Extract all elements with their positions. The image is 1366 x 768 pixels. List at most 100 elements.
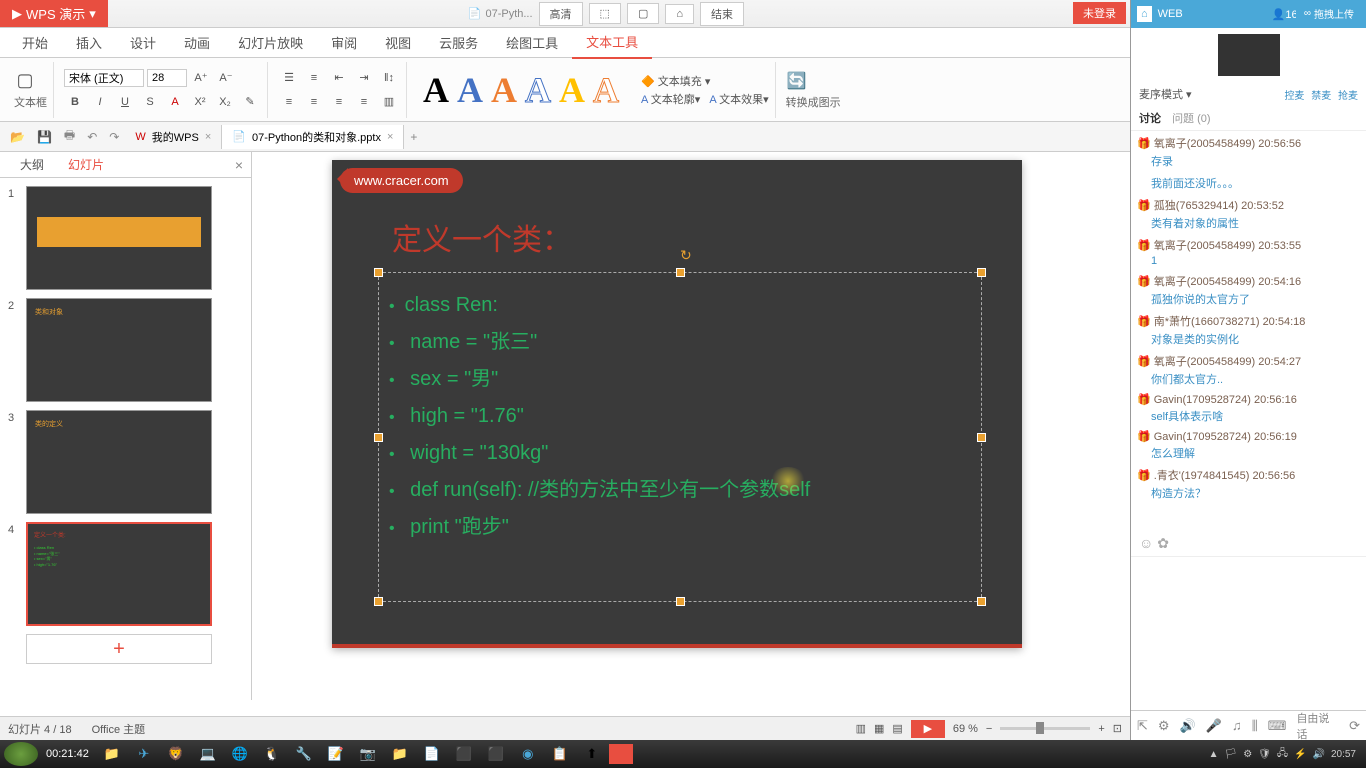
underline-button[interactable]: U: [114, 91, 136, 113]
task-app[interactable]: 🦁: [161, 743, 191, 765]
save-icon[interactable]: 💾: [31, 126, 58, 148]
zoom-slider[interactable]: [1000, 727, 1090, 730]
qiangmai-button[interactable]: 抢麦: [1338, 91, 1358, 102]
jinmai-button[interactable]: 禁麦: [1311, 91, 1331, 102]
view-normal-icon[interactable]: ▥: [856, 722, 866, 735]
align-justify-button[interactable]: ≡: [353, 91, 375, 113]
slide-canvas[interactable]: www.cracer.com 定义一个类： ↻ •class Ren: • na…: [332, 160, 1022, 648]
question-tab[interactable]: 问题 (0): [1172, 113, 1211, 125]
tab-mywps[interactable]: W我的WPS×: [125, 125, 222, 149]
home-button[interactable]: ⌂: [665, 4, 694, 24]
numbering-button[interactable]: ≡: [303, 67, 325, 89]
app-menu-button[interactable]: ▶WPS 演示▾: [0, 0, 108, 27]
align-center-button[interactable]: ≡: [303, 91, 325, 113]
task-app[interactable]: ⬆: [577, 743, 607, 765]
textbox-selected[interactable]: ↻ •class Ren: • name = "张三" • sex = "男" …: [378, 272, 982, 602]
login-button[interactable]: 未登录: [1073, 2, 1126, 24]
convert-icon[interactable]: 🔄: [786, 70, 808, 92]
speaker-icon[interactable]: 🔊: [1180, 718, 1196, 734]
expand-icon[interactable]: ⇱: [1137, 718, 1148, 734]
resize-handle[interactable]: [374, 433, 383, 442]
thumb-1[interactable]: [26, 186, 212, 290]
fit-icon[interactable]: ⊡: [1113, 722, 1122, 735]
music-icon[interactable]: ♫: [1232, 718, 1242, 733]
text-styles-gallery[interactable]: A A A A A A: [411, 69, 631, 111]
menu-start[interactable]: 开始: [8, 27, 62, 58]
task-app[interactable]: 📁: [97, 743, 127, 765]
thumb-4[interactable]: 定义一个类:• class Ren• name="张三"• sex="男"• h…: [26, 522, 212, 626]
close-tab-icon[interactable]: ×: [387, 131, 393, 143]
task-app[interactable]: 🐧: [257, 743, 287, 765]
resize-handle[interactable]: [676, 268, 685, 277]
system-tray[interactable]: ▲🏳⚙🛡🖧⚡🔊 20:57: [1209, 746, 1362, 763]
menu-cloud[interactable]: 云服务: [425, 27, 492, 58]
crop-button[interactable]: ⬚: [589, 3, 621, 24]
refresh-icon[interactable]: ⟳: [1349, 718, 1360, 734]
task-app[interactable]: ⬛: [449, 743, 479, 765]
menu-drawtools[interactable]: 绘图工具: [492, 27, 572, 58]
resize-handle[interactable]: [676, 597, 685, 606]
text-outline-button[interactable]: A 文本轮廓▾: [641, 91, 700, 107]
thumb-2[interactable]: 类和对象: [26, 298, 212, 402]
task-app[interactable]: 📷: [353, 743, 383, 765]
style-5[interactable]: A: [559, 69, 585, 111]
menu-animation[interactable]: 动画: [170, 27, 224, 58]
discuss-tab[interactable]: 讨论: [1139, 113, 1161, 125]
task-app[interactable]: [609, 744, 633, 764]
emoji-icon[interactable]: ☺: [1139, 535, 1153, 551]
window-button[interactable]: ▢: [627, 3, 659, 24]
task-app[interactable]: 💻: [193, 743, 223, 765]
align-right-button[interactable]: ≡: [328, 91, 350, 113]
menu-design[interactable]: 设计: [116, 27, 170, 58]
rotate-handle-icon[interactable]: ↻: [680, 247, 692, 264]
decrease-font-icon[interactable]: A⁻: [215, 67, 237, 89]
style-1[interactable]: A: [423, 69, 449, 111]
strike-button[interactable]: S: [139, 91, 161, 113]
add-slide-button[interactable]: +: [26, 634, 212, 664]
task-app[interactable]: ◉: [513, 743, 543, 765]
gear-icon[interactable]: ⚙: [1158, 718, 1170, 734]
style-2[interactable]: A: [457, 69, 483, 111]
menu-review[interactable]: 审阅: [317, 27, 371, 58]
task-app[interactable]: 📁: [385, 743, 415, 765]
view-reading-icon[interactable]: ▤: [892, 722, 902, 735]
task-app[interactable]: ⬛: [481, 743, 511, 765]
task-app[interactable]: 📋: [545, 743, 575, 765]
close-tab-icon[interactable]: ×: [205, 131, 211, 143]
menu-insert[interactable]: 插入: [62, 27, 116, 58]
zoom-in-icon[interactable]: +: [1098, 723, 1104, 735]
resize-handle[interactable]: [977, 268, 986, 277]
text-fill-button[interactable]: 🔶 文本填充 ▾: [641, 73, 769, 89]
end-button[interactable]: 结束: [700, 2, 744, 26]
chat-message-list[interactable]: 🎁氧离子(2005458499) 20:56:56存录我前面还没听。。。🎁孤独(…: [1131, 131, 1366, 531]
style-3[interactable]: A: [491, 69, 517, 111]
line-spacing-button[interactable]: ‖↕: [378, 67, 400, 89]
resize-handle[interactable]: [374, 268, 383, 277]
textbox-icon[interactable]: ▢: [14, 70, 36, 92]
task-app[interactable]: 📝: [321, 743, 351, 765]
resize-handle[interactable]: [374, 597, 383, 606]
indent-dec-button[interactable]: ⇤: [328, 67, 350, 89]
menu-view[interactable]: 视图: [371, 27, 425, 58]
zoom-out-icon[interactable]: −: [986, 723, 992, 735]
upload-button[interactable]: ∞拖拽上传: [1296, 4, 1362, 23]
eq-icon[interactable]: ⫼: [1252, 718, 1258, 734]
outline-tab[interactable]: 大纲: [8, 152, 56, 177]
superscript-button[interactable]: X²: [189, 91, 211, 113]
italic-button[interactable]: I: [89, 91, 111, 113]
open-folder-icon[interactable]: 📂: [4, 126, 31, 148]
slides-tab[interactable]: 幻灯片: [56, 152, 116, 177]
mic-icon[interactable]: 🎤: [1206, 718, 1222, 734]
bold-button[interactable]: B: [64, 91, 86, 113]
keyboard-icon[interactable]: ⌨: [1268, 718, 1287, 734]
bullets-button[interactable]: ☰: [278, 67, 300, 89]
indent-inc-button[interactable]: ⇥: [353, 67, 375, 89]
task-app[interactable]: 🌐: [225, 743, 255, 765]
font-select[interactable]: [64, 69, 144, 87]
undo-icon[interactable]: ↶: [81, 126, 103, 148]
code-content[interactable]: •class Ren: • name = "张三" • sex = "男" • …: [379, 273, 981, 560]
text-effect-button[interactable]: A 文本效果▾: [709, 91, 768, 107]
task-app[interactable]: 📄: [417, 743, 447, 765]
redo-icon[interactable]: ↷: [103, 126, 125, 148]
style-6[interactable]: A: [593, 69, 619, 111]
